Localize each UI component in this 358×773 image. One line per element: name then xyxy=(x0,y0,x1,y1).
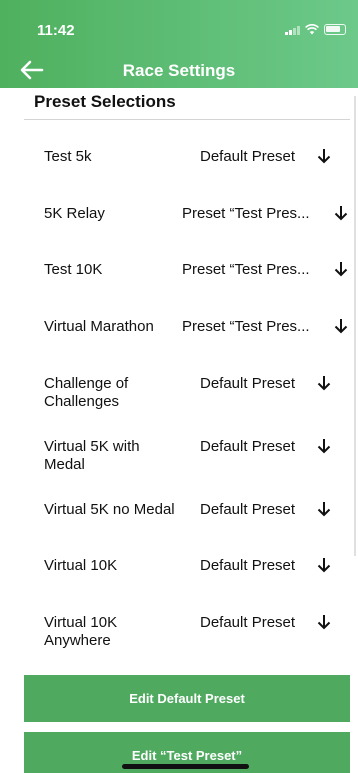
arrow-down-icon[interactable] xyxy=(317,501,331,517)
race-name: Virtual Marathon xyxy=(44,318,154,335)
preset-select[interactable]: Default Preset xyxy=(200,557,295,575)
race-name: Test 5k xyxy=(44,148,92,165)
arrow-down-icon[interactable] xyxy=(317,148,331,164)
home-indicator[interactable] xyxy=(122,764,249,769)
race-name: Virtual 5K no Medal xyxy=(44,501,175,518)
edit-default-preset-button[interactable]: Edit Default Preset xyxy=(24,675,350,722)
race-name: Virtual 10K xyxy=(44,557,118,574)
page-title: Race Settings xyxy=(122,61,236,80)
app-header: 11:42 Race Settings xyxy=(0,0,358,88)
arrow-down-icon[interactable] xyxy=(334,261,348,277)
preset-select[interactable]: Preset “Test Pres... xyxy=(182,318,310,336)
wifi-icon xyxy=(305,24,319,35)
divider xyxy=(24,119,350,120)
scrollbar[interactable] xyxy=(354,96,356,556)
race-name: 5K Relay xyxy=(44,205,105,222)
race-name: Virtual 10K Anywhere xyxy=(44,614,118,649)
section-title: Preset Selections xyxy=(34,92,176,111)
signal-icon xyxy=(285,25,300,35)
arrow-down-icon[interactable] xyxy=(317,438,331,454)
arrow-down-icon[interactable] xyxy=(334,318,348,334)
race-name: Test 10K xyxy=(44,261,103,278)
race-name: Virtual 5K with Medal xyxy=(44,438,140,473)
status-icons xyxy=(285,24,346,35)
preset-select[interactable]: Default Preset xyxy=(200,438,295,456)
arrow-down-icon[interactable] xyxy=(317,614,331,630)
arrow-down-icon[interactable] xyxy=(317,375,331,391)
preset-select[interactable]: Default Preset xyxy=(200,375,295,393)
preset-select[interactable]: Preset “Test Pres... xyxy=(182,261,310,279)
preset-select[interactable]: Default Preset xyxy=(200,501,295,519)
status-time: 11:42 xyxy=(37,22,75,39)
preset-select[interactable]: Preset “Test Pres... xyxy=(182,205,310,223)
preset-select[interactable]: Default Preset xyxy=(200,614,295,632)
arrow-down-icon[interactable] xyxy=(317,557,331,573)
preset-select[interactable]: Default Preset xyxy=(200,148,295,166)
battery-icon xyxy=(324,24,346,35)
race-name: Challenge of Challenges xyxy=(44,375,129,410)
arrow-down-icon[interactable] xyxy=(334,205,348,221)
